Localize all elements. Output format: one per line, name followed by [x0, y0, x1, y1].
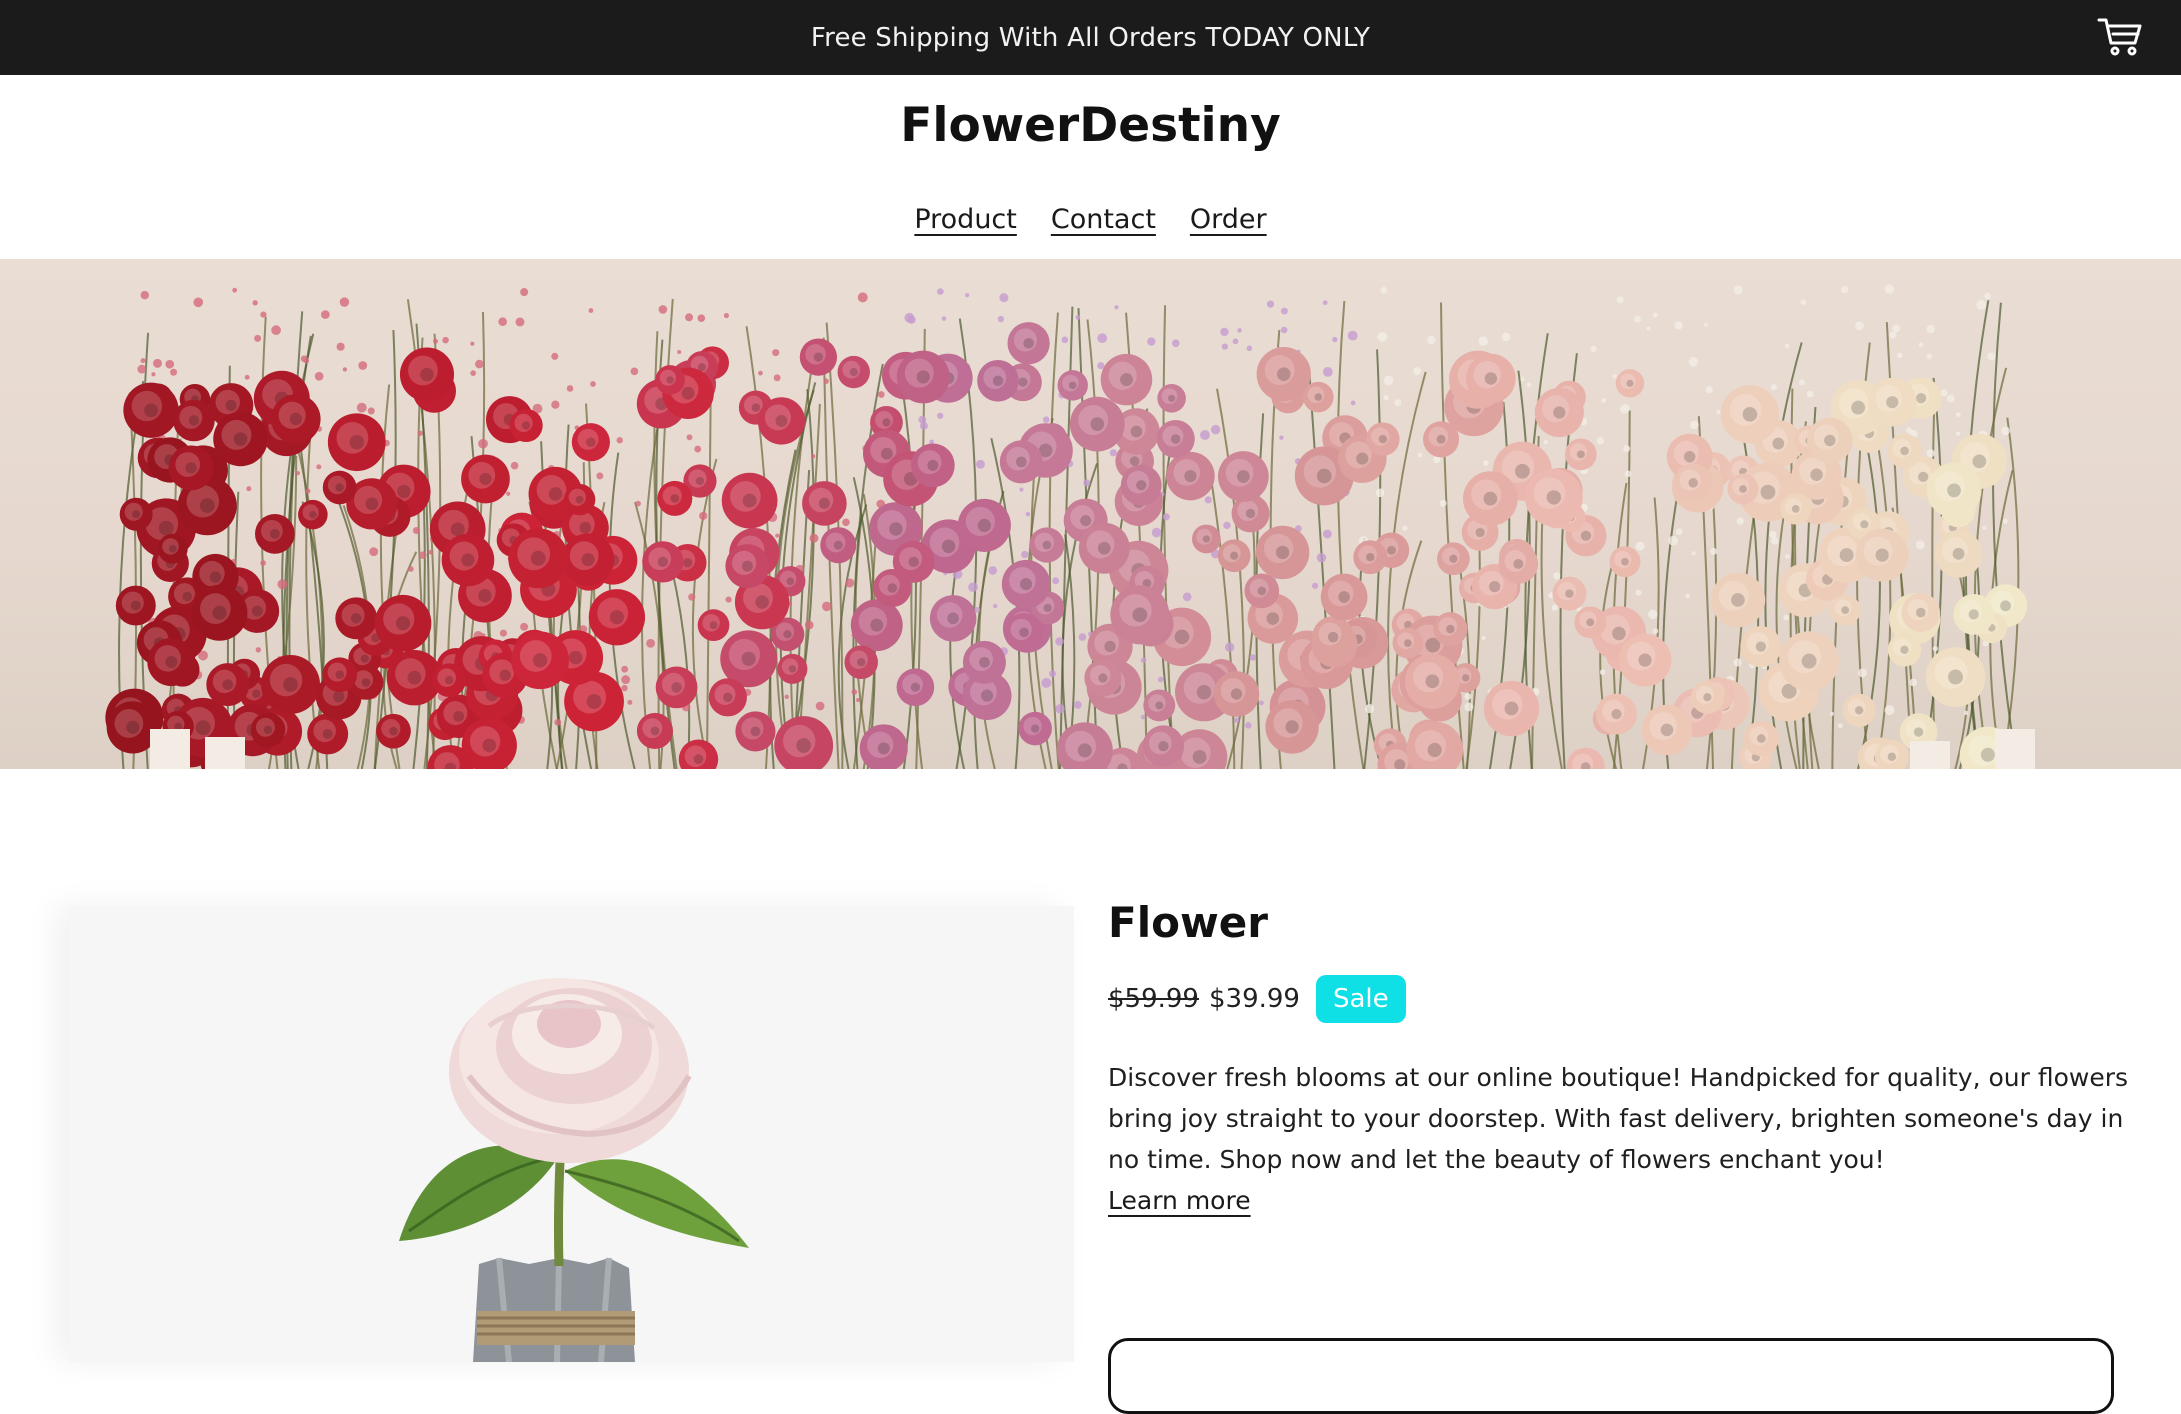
product-title: Flower — [1108, 898, 1268, 947]
nav-order[interactable]: Order — [1190, 204, 1267, 235]
vase-illustration — [473, 1257, 635, 1362]
nav-product[interactable]: Product — [914, 204, 1017, 235]
price-row: $59.99 $39.99 Sale — [1108, 975, 1406, 1023]
announcement-bar: Free Shipping With All Orders TODAY ONLY — [0, 0, 2181, 75]
learn-more-link[interactable]: Learn more — [1108, 1186, 1251, 1215]
product-description: Discover fresh blooms at our online bout… — [1108, 1057, 2138, 1221]
product-image[interactable] — [69, 906, 1074, 1362]
compare-price: $59.99 — [1108, 984, 1199, 1014]
hero-banner-image — [0, 259, 2181, 769]
main-nav: Product Contact Order — [0, 204, 2181, 235]
description-text: Discover fresh blooms at our online bout… — [1108, 1063, 2129, 1174]
add-to-cart-button[interactable] — [1108, 1338, 2114, 1414]
announcement-text: Free Shipping With All Orders TODAY ONLY — [810, 22, 1371, 53]
cart-icon[interactable] — [2097, 16, 2143, 58]
brand-logo[interactable]: FlowerDestiny — [0, 98, 2181, 153]
nav-contact[interactable]: Contact — [1051, 204, 1156, 235]
flower-bloom — [449, 978, 692, 1163]
sale-badge: Sale — [1315, 975, 1406, 1023]
sale-price: $39.99 — [1208, 984, 1300, 1014]
